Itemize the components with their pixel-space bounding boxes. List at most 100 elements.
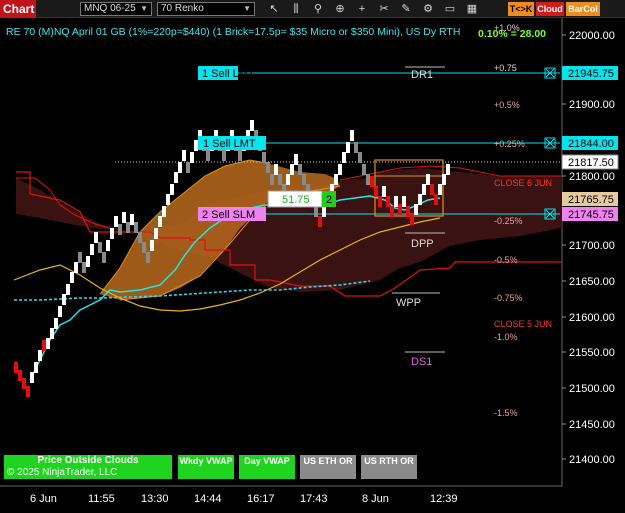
order-label: 1 Sell LMT	[203, 138, 256, 150]
renko-brick	[286, 174, 290, 185]
renko-brick	[102, 252, 106, 263]
qty-value: 2	[326, 194, 332, 206]
us-rth-or-box: US RTH OR	[361, 455, 417, 479]
y-tick: 21900.00	[569, 99, 615, 111]
price-tag-text: 21817.50	[568, 157, 614, 169]
renko-brick	[418, 194, 422, 205]
order-label: 1 Sell LMT	[202, 68, 255, 80]
crosshair-icon[interactable]: ⊕	[332, 1, 348, 17]
y-tick: 22000.00	[569, 30, 615, 42]
renko-brick	[314, 206, 318, 217]
tk-button[interactable]: T<>K	[508, 2, 534, 16]
renko-brick	[190, 152, 194, 163]
cloud-button[interactable]: Cloud	[536, 2, 564, 16]
y-tick: 21400.00	[569, 454, 615, 466]
cut-icon[interactable]: ✂	[376, 1, 392, 17]
renko-brick	[186, 162, 190, 173]
renko-brick	[322, 206, 326, 217]
x-tick: 6 Jun	[30, 493, 57, 505]
renko-brick	[438, 184, 442, 195]
renko-brick	[34, 362, 38, 373]
renko-brick	[222, 150, 226, 161]
renko-brick	[250, 120, 254, 131]
layout-icon[interactable]: ▦	[464, 1, 480, 17]
renko-brick	[142, 242, 146, 253]
x-tick: 14:44	[194, 493, 222, 505]
bar-type-select[interactable]: 70 Renko ▼	[157, 2, 255, 16]
instrument-select[interactable]: MNQ 06-25 ▼	[80, 2, 152, 16]
plus-icon[interactable]: +	[354, 1, 370, 17]
level-label: DS1	[411, 356, 432, 368]
renko-brick	[378, 196, 382, 207]
pct-label: +0.5%	[494, 100, 520, 110]
y-tick: 21600.00	[569, 312, 615, 324]
renko-brick	[166, 194, 170, 205]
price-tag-text: 21765.75	[568, 194, 614, 206]
y-tick: 21500.00	[569, 383, 615, 395]
clouds-label: Price Outside Clouds	[37, 455, 139, 466]
renko-brick	[50, 328, 54, 339]
renko-brick	[374, 186, 378, 197]
chart-toolbar: Chart MNQ 06-25 ▼ 70 Renko ▼ ↖ ⫼ ⚲ ⊕ + ✂…	[0, 0, 625, 18]
zoom-icon[interactable]: ⚲	[310, 1, 326, 17]
renko-brick	[38, 350, 42, 361]
y-tick: 21650.00	[569, 276, 615, 288]
cursor-icon[interactable]: ↖	[266, 1, 282, 17]
renko-brick	[386, 196, 390, 207]
renko-brick	[14, 362, 18, 373]
renko-brick	[274, 164, 278, 175]
chart-area[interactable]: 22000.00 21900.00 21800.00 21700.00 2165…	[0, 18, 625, 513]
renko-brick	[18, 370, 22, 381]
renko-brick	[82, 262, 86, 273]
renko-brick	[342, 152, 346, 163]
pct-label: CLOSE 5 JUN	[494, 319, 552, 329]
pct-label: -0.5%	[494, 255, 518, 265]
pnl-value: 51.75	[282, 194, 310, 206]
renko-brick	[338, 164, 342, 175]
renko-brick	[278, 174, 282, 185]
price-chart: 22000.00 21900.00 21800.00 21700.00 2165…	[0, 18, 619, 505]
renko-brick	[346, 142, 350, 153]
renko-brick	[206, 150, 210, 161]
renko-brick	[174, 172, 178, 183]
renko-brick	[122, 212, 126, 223]
renko-brick	[26, 386, 30, 397]
x-tick: 12:39	[430, 493, 458, 505]
renko-brick	[358, 152, 362, 163]
renko-brick	[146, 252, 150, 263]
renko-brick	[406, 206, 410, 217]
y-tick: 21700.00	[569, 240, 615, 252]
renko-brick	[162, 206, 166, 217]
screen-icon[interactable]: ▭	[442, 1, 458, 17]
pct-label: -0.25%	[494, 216, 523, 226]
bar-style-icon[interactable]: ⫼	[288, 1, 304, 17]
pct-label: +0.25%	[494, 139, 525, 149]
renko-brick	[170, 184, 174, 195]
renko-brick	[430, 184, 434, 195]
renko-brick	[70, 272, 74, 283]
pct-label: -1.0%	[494, 332, 518, 342]
renko-brick	[426, 174, 430, 185]
renko-brick	[94, 232, 98, 243]
pct-label: -1.5%	[494, 408, 518, 418]
renko-brick	[238, 150, 242, 161]
renko-brick	[78, 252, 82, 263]
level-label: DR1	[411, 69, 433, 81]
renko-brick	[22, 378, 26, 389]
renko-brick	[62, 294, 66, 305]
renko-brick	[134, 222, 138, 233]
barcol-button[interactable]: BarCol	[566, 2, 600, 16]
pencil-icon[interactable]: ✎	[398, 1, 414, 17]
instrument-value: MNQ 06-25	[84, 3, 136, 14]
renko-brick	[370, 176, 374, 187]
renko-brick	[90, 244, 94, 255]
renko-brick	[110, 228, 114, 239]
renko-brick	[86, 256, 90, 267]
renko-brick	[382, 186, 386, 197]
renko-brick	[334, 174, 338, 185]
strategy-icon[interactable]: ⚙	[420, 1, 436, 17]
renko-brick	[366, 174, 370, 185]
renko-brick	[130, 214, 134, 225]
renko-brick	[54, 318, 58, 329]
renko-brick	[362, 164, 366, 175]
